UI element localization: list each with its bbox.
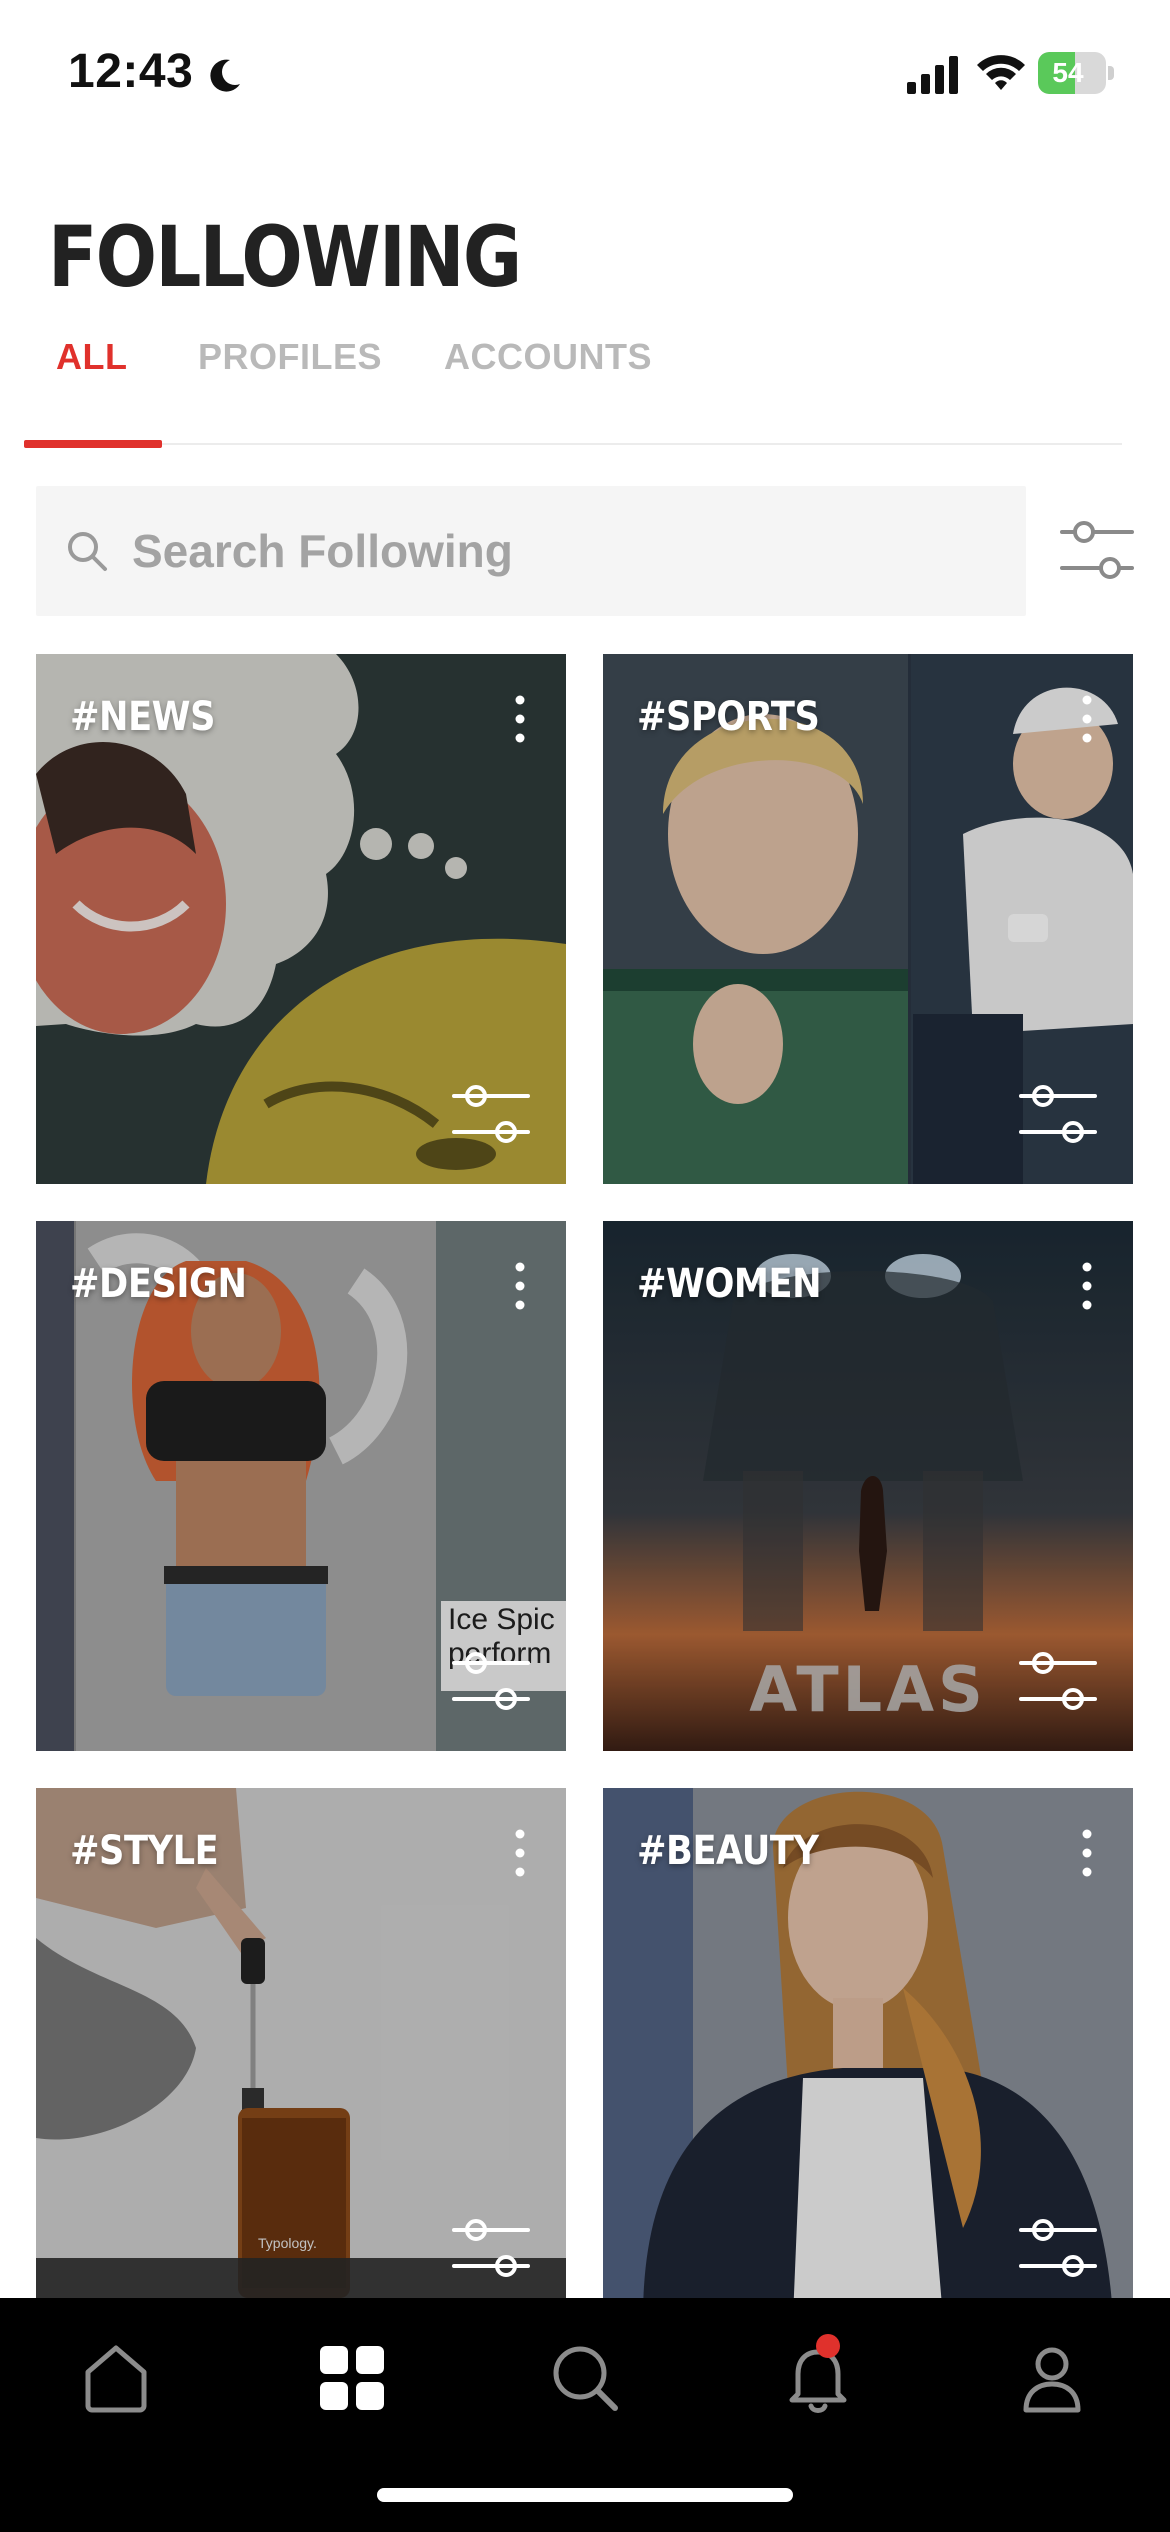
tab-all[interactable]: ALL <box>56 336 127 378</box>
battery-indicator: 54 <box>1038 52 1114 94</box>
home-icon[interactable] <box>76 2338 156 2418</box>
sliders-icon[interactable] <box>452 2216 530 2280</box>
card-label: #SPORTS <box>637 694 820 740</box>
more-vertical-icon[interactable] <box>508 1259 532 1313</box>
topic-card-sports[interactable]: #SPORTS <box>603 654 1133 1184</box>
status-bar: 12:43 54 <box>0 0 1170 150</box>
tab-bar: ALL PROFILES ACCOUNTS <box>24 320 1124 450</box>
profile-icon[interactable] <box>1012 2338 1092 2418</box>
battery-percent: 54 <box>1052 57 1084 88</box>
status-time: 12:43 <box>68 45 194 98</box>
sliders-icon[interactable] <box>452 1649 530 1713</box>
notifications-button[interactable] <box>778 2334 858 2418</box>
active-tab-indicator <box>24 440 162 448</box>
topic-card-women[interactable]: ATLAS #WOMEN <box>603 1221 1133 1751</box>
card-label: #STYLE <box>70 1828 219 1874</box>
more-vertical-icon[interactable] <box>1075 1826 1099 1880</box>
search-icon[interactable] <box>545 2338 625 2418</box>
more-vertical-icon[interactable] <box>508 692 532 746</box>
topic-card-design[interactable]: Ice Spic perform #DESIGN <box>36 1221 566 1751</box>
tab-accounts[interactable]: ACCOUNTS <box>444 336 652 378</box>
more-vertical-icon[interactable] <box>1075 1259 1099 1313</box>
cellular-signal-icon <box>907 56 958 94</box>
sliders-icon[interactable] <box>452 1082 530 1146</box>
page-title: FOLLOWING <box>48 208 522 306</box>
search-input[interactable] <box>132 486 992 616</box>
tab-profiles[interactable]: PROFILES <box>198 336 382 378</box>
card-label: #BEAUTY <box>637 1828 819 1874</box>
sliders-icon[interactable] <box>1019 1649 1097 1713</box>
topic-card-beauty[interactable]: #BEAUTY <box>603 1788 1133 2318</box>
wifi-icon <box>977 55 1025 90</box>
sliders-icon[interactable] <box>1019 2216 1097 2280</box>
card-label: #WOMEN <box>637 1261 822 1307</box>
card-label: #NEWS <box>70 694 215 740</box>
grid-icon[interactable] <box>312 2338 392 2418</box>
notification-badge <box>816 2334 840 2358</box>
search-icon <box>68 532 107 571</box>
topic-card-news[interactable]: #NEWS <box>36 654 566 1184</box>
filter-sliders-icon[interactable] <box>1058 512 1136 588</box>
tab-divider <box>162 443 1122 445</box>
topic-card-style[interactable]: Typology. #STYLE <box>36 1788 566 2318</box>
moon-icon <box>210 59 240 92</box>
more-vertical-icon[interactable] <box>1075 692 1099 746</box>
search-bar[interactable] <box>36 486 1026 616</box>
card-label: #DESIGN <box>70 1261 247 1307</box>
sliders-icon[interactable] <box>1019 1082 1097 1146</box>
home-indicator <box>377 2488 793 2502</box>
more-vertical-icon[interactable] <box>508 1826 532 1880</box>
